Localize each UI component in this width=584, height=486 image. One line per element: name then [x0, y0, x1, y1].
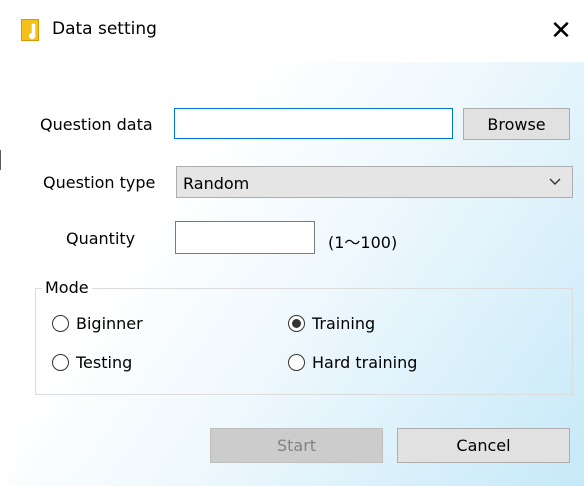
question-data-label: Question data [40, 115, 153, 134]
mode-radio-hard-training[interactable]: Hard training [288, 353, 417, 372]
cancel-button-label: Cancel [456, 436, 511, 455]
quantity-field[interactable] [175, 221, 315, 254]
start-button[interactable]: Start [210, 428, 383, 463]
radio-unchecked-icon [52, 315, 69, 332]
close-button[interactable]: ✕ [538, 8, 584, 54]
quantity-input[interactable] [176, 222, 314, 253]
data-setting-dialog: Data setting ✕ Question data Browse Ques… [0, 0, 584, 486]
title-bar[interactable]: Data setting ✕ [8, 0, 584, 62]
chevron-down-icon [549, 178, 561, 185]
question-type-select[interactable]: Random [176, 166, 573, 198]
mode-radio-testing[interactable]: Testing [52, 353, 132, 372]
dialog-content: Question data Browse Question type Rando… [8, 62, 584, 486]
mode-option-label: Training [312, 314, 376, 333]
mode-option-label: Biginner [76, 314, 143, 333]
mode-group-title: Mode [42, 278, 92, 297]
mode-radio-biginner[interactable]: Biginner [52, 314, 143, 333]
app-music-note-icon [21, 19, 39, 41]
mode-option-label: Hard training [312, 353, 418, 372]
quantity-label: Quantity [66, 229, 136, 248]
window-title: Data setting [52, 19, 157, 39]
question-type-label: Question type [43, 173, 156, 192]
radio-unchecked-icon [52, 354, 69, 371]
cancel-button[interactable]: Cancel [397, 428, 570, 463]
browse-button-label: Browse [487, 114, 546, 134]
quantity-range-hint: (1～100) [328, 233, 398, 252]
browse-button[interactable]: Browse [463, 108, 570, 140]
window-left-edge [0, 0, 8, 486]
question-data-field[interactable] [174, 108, 453, 139]
start-button-label: Start [276, 436, 317, 455]
question-data-input[interactable] [175, 109, 452, 138]
mode-groupbox: Mode Biginner Training Testing Hard trai… [35, 278, 573, 395]
radio-unchecked-icon [288, 354, 305, 371]
mode-option-label: Testing [76, 353, 133, 372]
radio-checked-icon [288, 315, 305, 332]
close-icon: ✕ [550, 16, 572, 46]
question-type-value: Random [183, 174, 250, 193]
mode-radio-training[interactable]: Training [288, 314, 375, 333]
